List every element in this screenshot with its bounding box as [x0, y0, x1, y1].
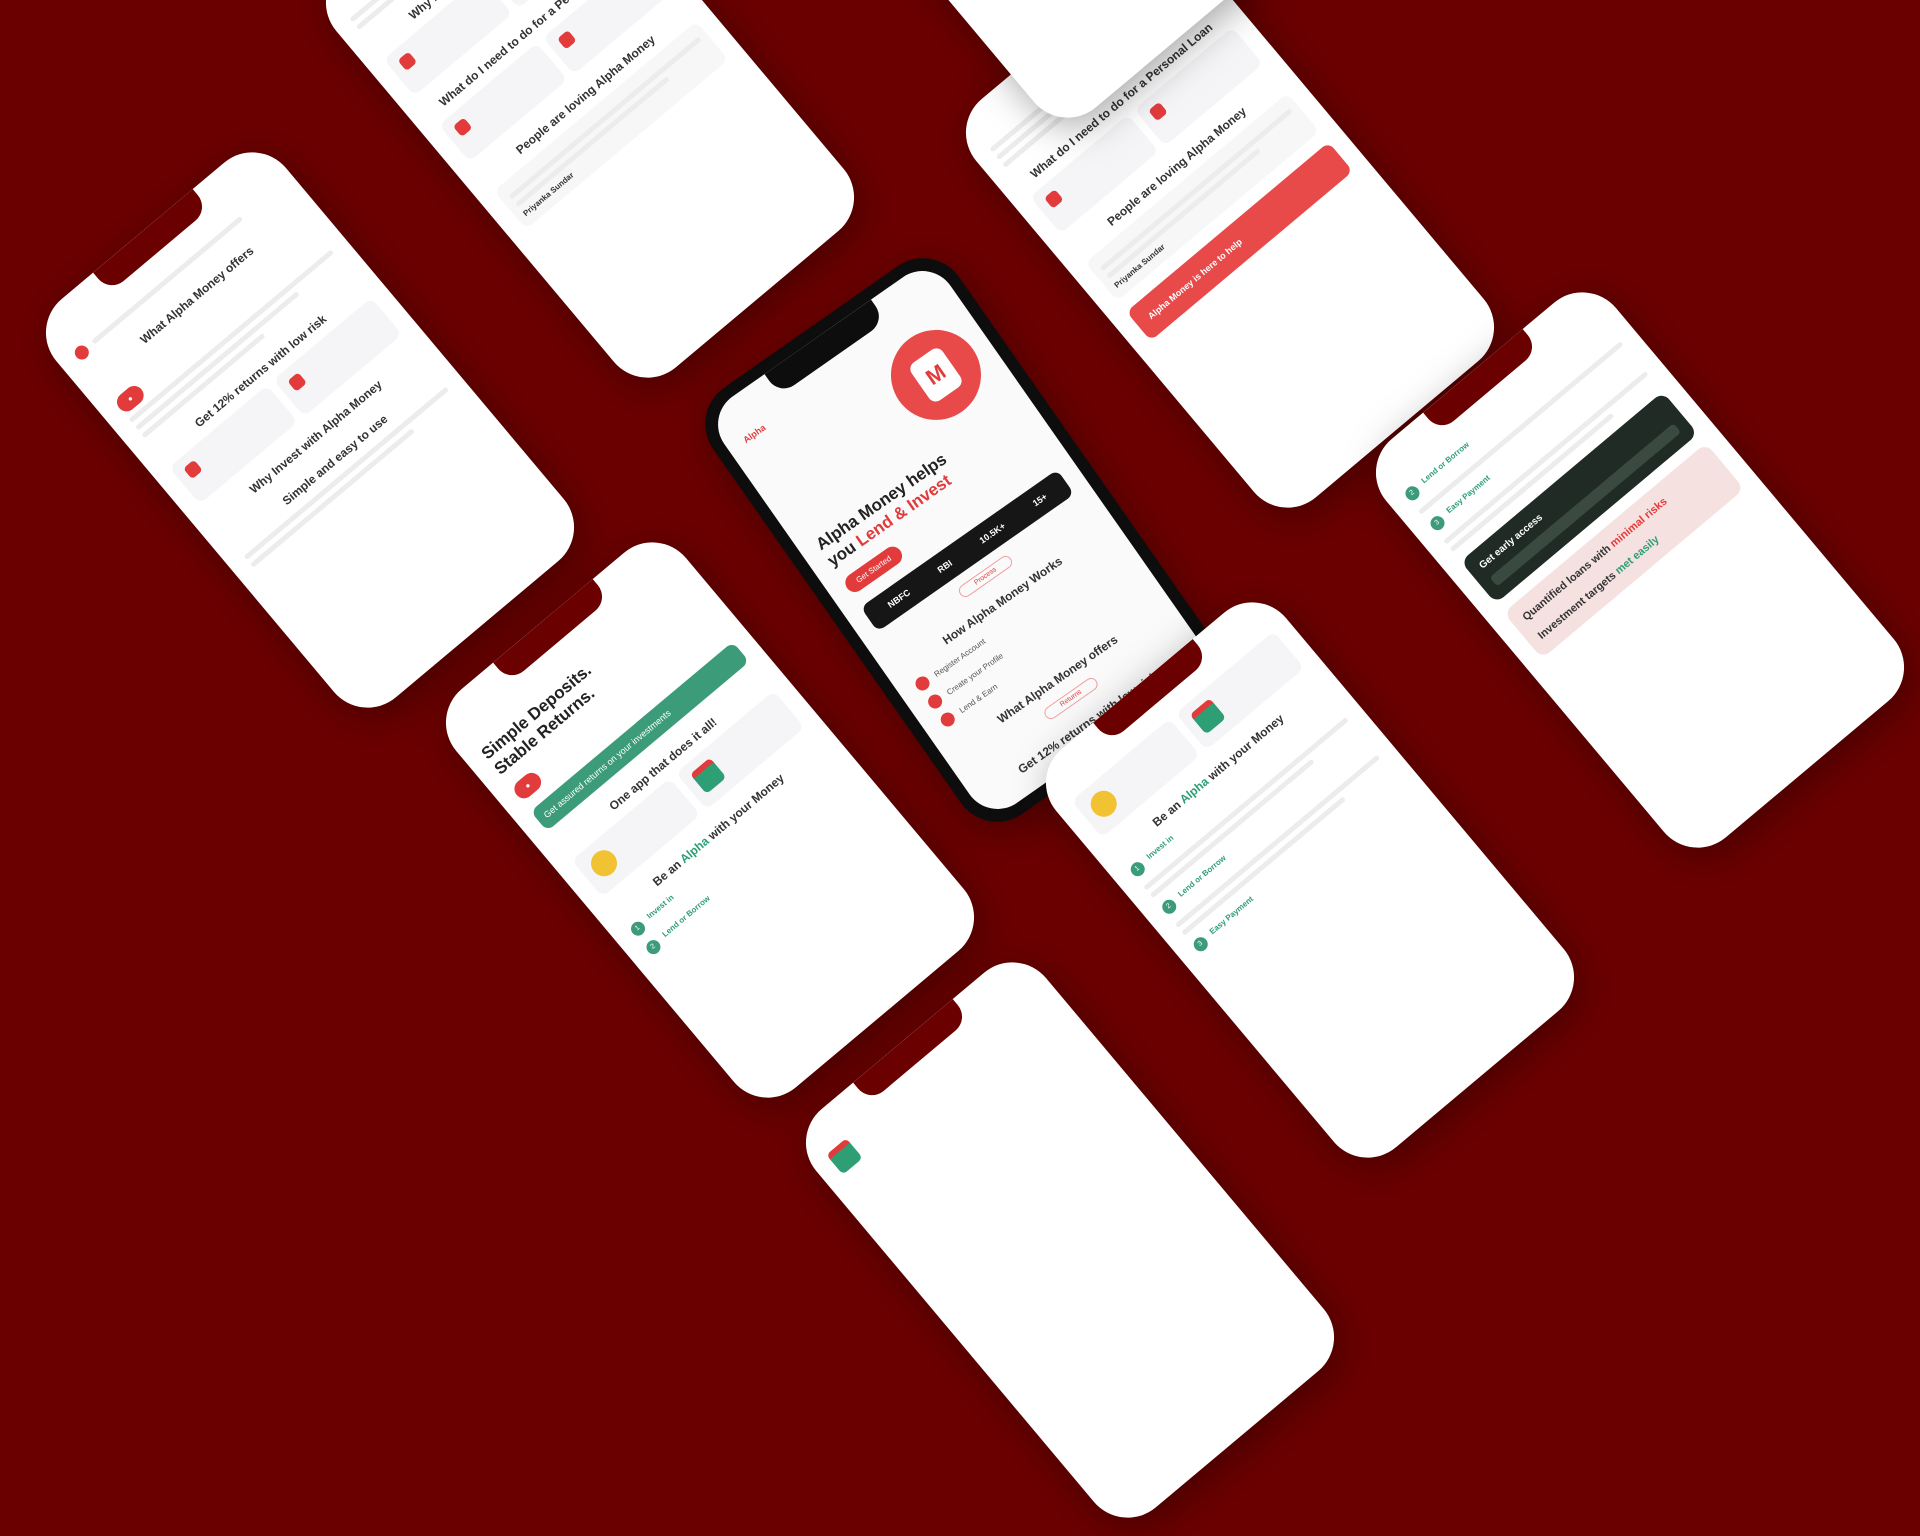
step-icon — [925, 691, 945, 712]
gift-icon — [689, 757, 727, 795]
stat-item: 10.5K+ — [977, 520, 1008, 546]
step-icon — [938, 709, 958, 730]
stat-item: RBI — [935, 558, 955, 576]
coin-icon — [585, 845, 623, 882]
gift-icon — [826, 1138, 863, 1175]
step-icon — [912, 673, 933, 694]
gift-icon — [1189, 698, 1227, 735]
cta-button[interactable]: ● — [510, 769, 545, 803]
stat-item: 15+ — [1030, 491, 1050, 509]
stat-item: NBFC — [885, 587, 913, 610]
coin-icon — [1085, 785, 1123, 823]
